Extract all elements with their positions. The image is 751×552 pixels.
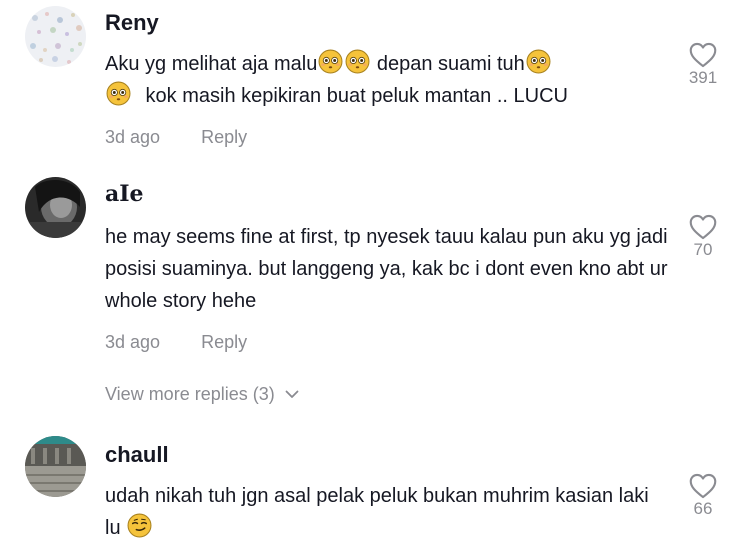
comment-text: Aku yg melihat aja malu depan suami tuh … [105, 48, 665, 112]
comment-meta: 3d ago Reply [105, 127, 247, 148]
reply-button[interactable]: Reply [201, 332, 247, 352]
reply-button[interactable]: Reply [201, 127, 247, 147]
smirking-face-icon [127, 513, 152, 538]
comment-text-part: depan suami tuh [371, 53, 525, 75]
comment-time: 3d ago [105, 127, 161, 147]
avatar[interactable] [25, 6, 86, 67]
like-count: 70 [693, 240, 713, 259]
flushed-face-icon [526, 49, 551, 74]
like-button[interactable]: 70 [680, 214, 726, 260]
comment-text: udah nikah tuh jgn asal pelak peluk buka… [105, 480, 650, 544]
comment-text-part: Aku yg melihat aja malu [105, 53, 318, 75]
avatar[interactable] [25, 177, 86, 238]
like-button[interactable]: 66 [680, 473, 726, 519]
comment-time: 3d ago [105, 332, 161, 352]
chevron-down-icon [285, 390, 299, 398]
comment-text: he may seems fine at first, tp nyesek ta… [105, 226, 668, 312]
comment-username[interactable]: Reny [105, 10, 159, 36]
flushed-face-icon [318, 49, 343, 74]
avatar[interactable] [25, 436, 86, 497]
comment-text-part: kok masih kepikiran buat peluk mantan ..… [140, 85, 568, 107]
heart-icon [689, 42, 717, 68]
view-more-label: View more replies (3) [105, 384, 275, 404]
like-count: 391 [688, 68, 718, 87]
heart-icon [689, 214, 717, 240]
like-button[interactable]: 391 [680, 42, 726, 88]
comment-meta: 3d ago Reply [105, 332, 247, 353]
flushed-face-icon [345, 49, 370, 74]
heart-icon [689, 473, 717, 499]
like-count: 66 [693, 499, 713, 518]
comment-username[interactable]: aIe [105, 181, 144, 207]
flushed-face-icon [106, 81, 131, 106]
comment-username[interactable]: chaull [105, 442, 169, 468]
comment-text-part: udah nikah tuh jgn asal pelak peluk buka… [105, 485, 649, 539]
view-more-replies-button[interactable]: View more replies (3) [105, 384, 299, 405]
